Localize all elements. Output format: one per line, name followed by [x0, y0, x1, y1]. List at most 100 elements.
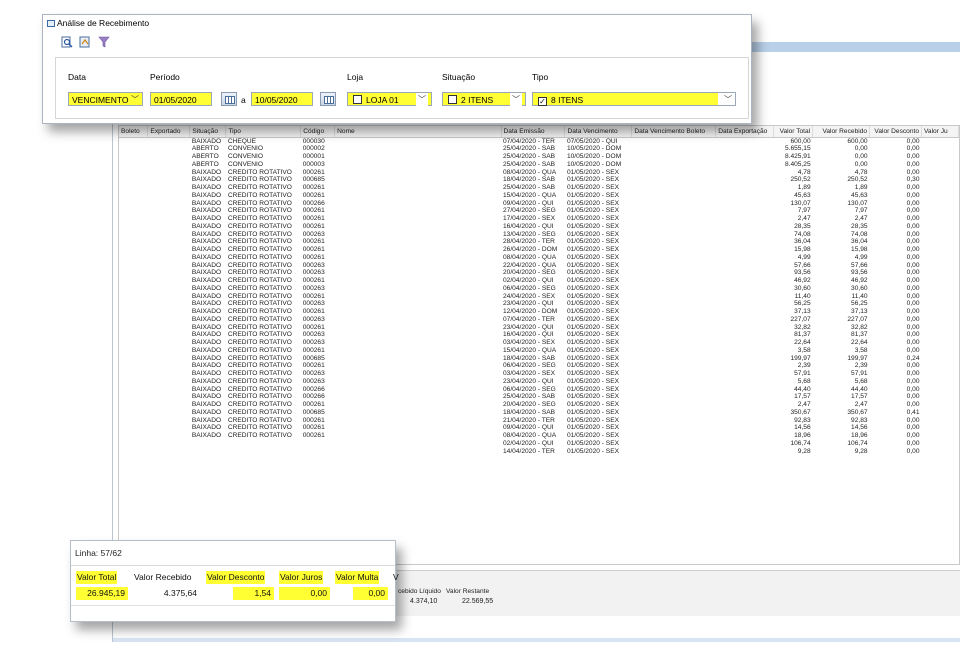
table-row[interactable]: BAIXADO CREDITO ROTATIVO 000261 08/04/2020 …	[119, 432, 959, 440]
table-cell	[922, 401, 959, 409]
valor-juros-value: 0,00	[279, 587, 330, 600]
table-cell	[119, 176, 148, 184]
table-row[interactable]: BAIXADO CREDITO ROTATIVO 000261 24/04/2020 …	[119, 293, 959, 301]
table-row[interactable]: BAIXADO CREDITO ROTATIVO 000263 22/04/2020 …	[119, 262, 959, 270]
table-cell: 74,08	[851, 230, 868, 238]
table-cell: CREDITO ROTATIVO	[227, 238, 292, 246]
table-row[interactable]: BAIXADO CREDITO ROTATIVO 000261 08/04/2020 …	[119, 169, 959, 177]
search-doc-icon[interactable]	[61, 35, 73, 48]
table-row[interactable]: BAIXADO CREDITO ROTATIVO 000261 26/04/2020 …	[119, 246, 959, 254]
table-row[interactable]: BAIXADO CREDITO ROTATIVO 000263 20/04/2020 …	[119, 269, 959, 277]
table-row[interactable]: BAIXADO CREDITO ROTATIVO 000685 18/04/2020 …	[119, 176, 959, 184]
column-header[interactable]: Código	[300, 126, 336, 138]
table-cell	[716, 331, 774, 339]
calendar-to-icon[interactable]	[320, 92, 336, 106]
table-row[interactable]: BAIXADO CHEQUE 000030 07/04/2020 - TER 07/05…	[119, 137, 959, 145]
table-cell	[148, 308, 190, 316]
loja-select[interactable]: LOJA 01 ﹀	[347, 92, 432, 107]
table-row[interactable]: BAIXADO CREDITO ROTATIVO 000261 20/04/2020 …	[119, 401, 959, 409]
table-row[interactable]: BAIXADO CREDITO ROTATIVO 000266 06/04/2020 …	[119, 386, 959, 394]
table-cell	[335, 215, 501, 223]
column-header[interactable]: Data Vencimento Boleto	[631, 126, 717, 138]
table-cell	[632, 386, 716, 394]
table-row[interactable]: BAIXADO CREDITO ROTATIVO 000263 23/04/2020 …	[119, 378, 959, 386]
table-cell	[335, 432, 501, 440]
table-row[interactable]: 14/04/2020 - TER 01/05/2020 - SEX 9,28 9,28…	[119, 448, 959, 456]
table-row[interactable]: ABERTO CONVENIO 000002 25/04/2020 - SAB 10/0…	[119, 145, 959, 153]
table-row[interactable]: BAIXADO CREDITO ROTATIVO 000261 27/04/2020 …	[119, 207, 959, 215]
table-row[interactable]: BAIXADO CREDITO ROTATIVO 000263 23/04/2020 …	[119, 300, 959, 308]
table-cell: 000263	[302, 370, 325, 377]
results-grid[interactable]: Boleto Exportado Situação Tipo Código Nome Dat…	[118, 125, 960, 565]
column-header[interactable]: Boleto	[119, 126, 149, 138]
table-cell	[119, 300, 148, 308]
column-header[interactable]: Valor Ju	[921, 126, 959, 138]
table-cell	[148, 316, 190, 324]
column-header[interactable]: Data Vencimento	[564, 126, 633, 138]
table-row[interactable]: BAIXADO CREDITO ROTATIVO 000263 03/04/2020 …	[119, 339, 959, 347]
table-row[interactable]: BAIXADO CREDITO ROTATIVO 000261 25/04/2020 …	[119, 184, 959, 192]
filters-panel: Data Período Loja Situação Tipo VENCIMEN…	[55, 57, 749, 119]
tipo-select[interactable]: 8 ITENS ﹀	[532, 92, 736, 106]
table-row[interactable]: BAIXADO CREDITO ROTATIVO 000261 12/04/2020 …	[119, 308, 959, 316]
table-row[interactable]: BAIXADO CREDITO ROTATIVO 000261 06/04/2020 …	[119, 362, 959, 370]
table-row[interactable]: BAIXADO CREDITO ROTATIVO 000685 18/04/2020 …	[119, 355, 959, 363]
table-cell	[632, 161, 716, 169]
column-header[interactable]: Exportado	[147, 126, 191, 138]
table-row[interactable]: BAIXADO CREDITO ROTATIVO 000263 07/04/2020 …	[119, 316, 959, 324]
table-row[interactable]: BAIXADO CREDITO ROTATIVO 000261 02/04/2020 …	[119, 277, 959, 285]
table-cell: 17/04/2020 - SEX	[503, 215, 556, 222]
table-cell	[922, 386, 959, 394]
table-row[interactable]: BAIXADO CREDITO ROTATIVO 000261 21/04/2020 …	[119, 417, 959, 425]
table-cell	[716, 161, 774, 169]
column-header[interactable]: Data Exportação	[715, 126, 775, 138]
data-select[interactable]: VENCIMENTO ﹀	[68, 92, 143, 106]
table-row[interactable]: BAIXADO CREDITO ROTATIVO 000685 18/04/2020 …	[119, 409, 959, 417]
table-row[interactable]: BAIXADO CREDITO ROTATIVO 000263 06/04/2020 …	[119, 285, 959, 293]
table-cell: 000263	[302, 269, 325, 277]
table-row[interactable]: ABERTO CONVENIO 000001 25/04/2020 - SAB 10/0…	[119, 153, 959, 161]
table-cell	[632, 262, 716, 270]
table-cell: 25/04/2020 - SAB	[503, 145, 556, 153]
table-cell: 600,00	[790, 137, 811, 145]
situacao-select[interactable]: 2 ITENS ﹀	[442, 92, 526, 107]
column-header[interactable]: Valor Desconto	[869, 126, 923, 138]
export-doc-icon[interactable]	[79, 35, 91, 48]
table-row[interactable]: BAIXADO CREDITO ROTATIVO 000261 09/04/2020 …	[119, 424, 959, 432]
table-cell: 0,00	[906, 315, 920, 323]
column-header[interactable]: Valor Recebido	[812, 126, 871, 138]
table-row[interactable]: BAIXADO CREDITO ROTATIVO 000263 16/04/2020 …	[119, 331, 959, 339]
table-cell	[148, 393, 190, 401]
table-row[interactable]: ABERTO CONVENIO 000003 25/04/2020 - SAB 10/0…	[119, 161, 959, 169]
table-row[interactable]: BAIXADO CREDITO ROTATIVO 000263 13/04/2020 …	[119, 231, 959, 239]
column-header[interactable]: Situação	[189, 126, 227, 138]
table-cell: 57,66	[851, 261, 868, 269]
table-cell	[716, 238, 774, 246]
column-header[interactable]: Data Emissão	[501, 126, 566, 138]
table-row[interactable]: BAIXADO CREDITO ROTATIVO 000263 03/04/2020 …	[119, 370, 959, 378]
table-row[interactable]: BAIXADO CREDITO ROTATIVO 000261 15/04/2020 …	[119, 192, 959, 200]
column-header[interactable]: Nome	[334, 126, 502, 138]
column-header[interactable]: Valor Total	[773, 126, 814, 138]
table-cell	[716, 184, 774, 192]
funnel-filter-icon[interactable]	[98, 35, 110, 48]
periodo-to-input[interactable]: 10/05/2020	[251, 92, 313, 106]
table-row[interactable]: BAIXADO CREDITO ROTATIVO 000261 08/04/2020 …	[119, 254, 959, 262]
periodo-from-input[interactable]: 01/05/2020	[150, 92, 212, 106]
table-cell	[335, 153, 501, 161]
column-header[interactable]: Tipo	[225, 126, 302, 138]
table-row[interactable]: 02/04/2020 - QUI 01/05/2020 - SEX 106,74 10…	[119, 440, 959, 448]
table-cell: 18,96	[794, 432, 811, 439]
table-row[interactable]: BAIXADO CREDITO ROTATIVO 000261 17/04/2020 …	[119, 215, 959, 223]
table-cell	[632, 200, 716, 208]
table-row[interactable]: BAIXADO CREDITO ROTATIVO 000266 25/04/2020 …	[119, 393, 959, 401]
table-row[interactable]: BAIXADO CREDITO ROTATIVO 000261 28/04/2020 …	[119, 238, 959, 246]
table-cell: 22,64	[851, 339, 868, 346]
calendar-from-icon[interactable]	[221, 92, 237, 106]
table-row[interactable]: BAIXADO CREDITO ROTATIVO 000261 15/04/2020 …	[119, 347, 959, 355]
table-row[interactable]: BAIXADO CREDITO ROTATIVO 000261 16/04/2020 …	[119, 223, 959, 231]
table-cell	[335, 145, 501, 153]
table-cell: 22,64	[794, 339, 811, 346]
table-row[interactable]: BAIXADO CREDITO ROTATIVO 000266 09/04/2020 …	[119, 200, 959, 208]
table-row[interactable]: BAIXADO CREDITO ROTATIVO 000261 23/04/2020 …	[119, 324, 959, 332]
